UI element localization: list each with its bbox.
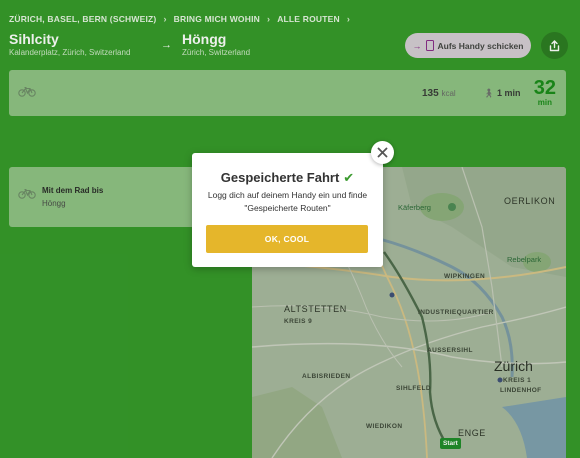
- saved-trip-dialog: Gespeicherte Fahrt ✔ Logg dich auf deinem…: [192, 153, 383, 267]
- dialog-message: Logg dich auf deinem Handy ein und finde…: [207, 190, 368, 213]
- dialog-title: Gespeicherte Fahrt ✔: [220, 170, 355, 185]
- close-icon: [377, 147, 388, 158]
- checkmark-icon: ✔: [343, 170, 355, 185]
- ok-cool-button[interactable]: OK, COOL: [206, 225, 368, 253]
- close-dialog-button[interactable]: [371, 141, 394, 164]
